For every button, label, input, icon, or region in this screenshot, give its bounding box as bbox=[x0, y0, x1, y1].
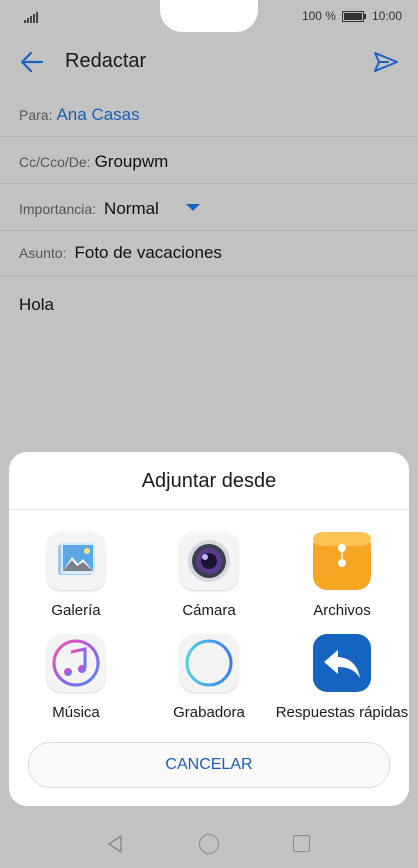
option-label: Música bbox=[52, 704, 100, 721]
importance-field[interactable]: Importancia: Normal bbox=[19, 199, 200, 219]
sheet-title: Adjuntar desde bbox=[141, 470, 277, 492]
subject-value[interactable]: Foto de vacaciones bbox=[74, 243, 221, 263]
option-music[interactable]: Música bbox=[9, 634, 143, 721]
divider bbox=[0, 136, 418, 137]
status-bar: 100 % 10:00 bbox=[0, 0, 418, 34]
cc-value: Groupwm bbox=[94, 152, 169, 171]
option-label: Archivos bbox=[313, 602, 371, 619]
cc-label: Cc/Cco/De: bbox=[19, 154, 91, 170]
to-recipient[interactable]: Ana Casas bbox=[56, 105, 139, 125]
nav-recent-icon[interactable] bbox=[293, 835, 310, 852]
option-label: Galería bbox=[51, 602, 101, 619]
battery-fill bbox=[343, 12, 362, 20]
option-label: Grabadora bbox=[173, 704, 245, 721]
page-title: Redactar bbox=[65, 50, 147, 72]
to-field[interactable]: Para: Ana Casas bbox=[19, 105, 140, 125]
status-right: 100 % 10:00 bbox=[302, 9, 402, 23]
option-camera[interactable]: Cámara bbox=[142, 532, 276, 619]
option-label: Respuestas rápidas bbox=[275, 704, 409, 721]
files-icon bbox=[313, 532, 371, 590]
app-toolbar: Redactar bbox=[0, 34, 418, 90]
option-files[interactable]: Archivos bbox=[275, 532, 409, 619]
option-recorder[interactable]: Grabadora bbox=[142, 634, 276, 721]
divider bbox=[0, 230, 418, 231]
importance-value[interactable]: Normal bbox=[104, 199, 159, 219]
importance-label: Importancia: bbox=[19, 201, 97, 217]
gallery-icon bbox=[47, 532, 105, 590]
signal-icon bbox=[24, 11, 40, 23]
cancel-button[interactable]: CANCELAR bbox=[28, 742, 390, 788]
battery-icon bbox=[341, 10, 366, 22]
nav-bar bbox=[0, 818, 418, 868]
send-icon[interactable] bbox=[372, 48, 400, 76]
dropdown-caret-icon[interactable] bbox=[185, 204, 200, 211]
subject-label: Asunto: bbox=[19, 245, 67, 261]
camera-notch bbox=[160, 0, 258, 32]
option-gallery[interactable]: Galería bbox=[9, 532, 143, 619]
phone-screen: 100 % 10:00 Redactar Para: Ana Casas Cc/… bbox=[0, 0, 418, 868]
cc-field[interactable]: Cc/Cco/De: Groupwm bbox=[19, 152, 168, 172]
nav-home-icon[interactable] bbox=[199, 834, 219, 854]
option-label: Cámara bbox=[182, 602, 236, 619]
recorder-icon bbox=[180, 634, 238, 692]
message-body[interactable]: Hola bbox=[19, 295, 54, 315]
arrow-left-icon[interactable] bbox=[18, 48, 46, 76]
battery-percent: 100 % bbox=[301, 9, 336, 23]
attach-sheet: Adjuntar desde Galería Cámara Archivos M… bbox=[9, 452, 409, 806]
quick-reply-icon bbox=[313, 634, 371, 692]
nav-back-icon[interactable] bbox=[106, 834, 124, 854]
subject-field[interactable]: Asunto: Foto de vacaciones bbox=[19, 243, 222, 263]
option-quick-reply[interactable]: Respuestas rápidas bbox=[275, 634, 409, 721]
camera-icon bbox=[180, 532, 238, 590]
music-icon bbox=[47, 634, 105, 692]
divider bbox=[0, 183, 418, 184]
divider bbox=[0, 275, 418, 276]
clock: 10:00 bbox=[371, 9, 402, 23]
sheet-divider bbox=[9, 509, 409, 510]
to-label: Para: bbox=[19, 107, 53, 123]
